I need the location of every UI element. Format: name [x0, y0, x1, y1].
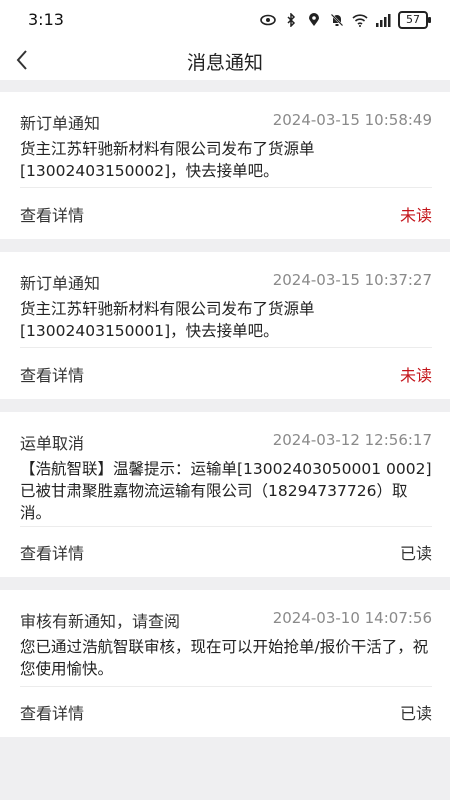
battery-icon: 57	[398, 11, 431, 29]
signal-icon	[375, 12, 391, 28]
message-card[interactable]: 新订单通知 2024-03-15 10:58:49 货主江苏轩驰新材料有限公司发…	[0, 92, 450, 239]
view-details-button[interactable]: 查看详情	[20, 700, 84, 724]
message-title: 新订单通知	[20, 114, 101, 133]
wifi-icon	[352, 12, 368, 28]
message-card[interactable]: 审核有新通知，请查阅 2024-03-10 14:07:56 您已通过浩航智联审…	[0, 590, 450, 737]
view-details-button[interactable]: 查看详情	[20, 202, 84, 226]
divider	[20, 187, 432, 188]
message-body: 【浩航智联】温馨提示：运输单[13002403050001 0002]已被甘肃聚…	[20, 460, 432, 522]
status-badge: 已读	[399, 544, 432, 563]
divider	[20, 526, 432, 527]
status-badge: 已读	[399, 704, 432, 723]
message-body: 您已通过浩航智联审核，现在可以开始抢单/报价干活了，祝您使用愉快。	[20, 638, 429, 678]
status-badge: 未读	[399, 206, 432, 225]
message-time: 2024-03-10 14:07:56	[272, 609, 432, 627]
message-card[interactable]: 新订单通知 2024-03-15 10:37:27 货主江苏轩驰新材料有限公司发…	[0, 252, 450, 399]
status-time: 3:13	[28, 10, 64, 29]
view-details-button[interactable]: 查看详情	[20, 540, 84, 564]
message-time: 2024-03-12 12:56:17	[272, 431, 432, 449]
message-card[interactable]: 运单取消 2024-03-12 12:56:17 【浩航智联】温馨提示：运输单[…	[0, 412, 450, 577]
nav-bar: 消息通知	[0, 40, 450, 80]
eye-icon	[260, 12, 276, 28]
status-bar: 3:13 57	[0, 0, 450, 40]
message-time: 2024-03-15 10:37:27	[272, 271, 432, 289]
message-time: 2024-03-15 10:58:49	[272, 111, 432, 129]
message-title: 审核有新通知，请查阅	[20, 612, 181, 631]
view-details-button[interactable]: 查看详情	[20, 362, 84, 386]
status-icons: 57	[260, 11, 431, 29]
bluetooth-icon	[283, 12, 299, 28]
message-title: 新订单通知	[20, 274, 101, 293]
message-body: 货主江苏轩驰新材料有限公司发布了货源单[13002403150002]，快去接单…	[20, 140, 315, 180]
mute-bell-icon	[329, 12, 345, 28]
page-title: 消息通知	[186, 52, 263, 74]
message-body: 货主江苏轩驰新材料有限公司发布了货源单[13002403150001]，快去接单…	[20, 300, 315, 340]
status-badge: 未读	[399, 366, 432, 385]
location-icon	[306, 12, 322, 28]
message-title: 运单取消	[20, 434, 85, 453]
divider	[20, 686, 432, 687]
divider	[20, 347, 432, 348]
